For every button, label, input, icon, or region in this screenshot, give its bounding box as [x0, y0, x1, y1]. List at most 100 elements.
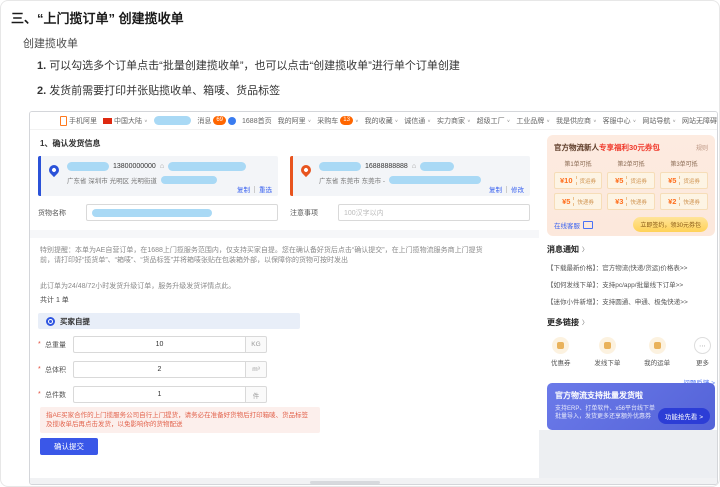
- notice-item-mini-parcel[interactable]: 【迷你小件新增】：支持圆通、申通、极兔快递>>: [547, 296, 715, 306]
- nav-site-nav[interactable]: 网站导航 ∨: [642, 116, 676, 126]
- nav-messages[interactable]: 消息 69: [197, 116, 236, 126]
- sender-address: 广东省 深圳市 光明区 光明街道: [67, 175, 157, 185]
- notices-title[interactable]: 消息通知 〉: [547, 244, 715, 255]
- receiver-pin-icon: [299, 163, 313, 177]
- receiver-phone: 16888888888: [365, 163, 408, 170]
- total-weight-input[interactable]: 10: [73, 336, 245, 353]
- notes-label: 注意事项: [290, 208, 338, 218]
- coupon-column-2: 第2单可抵 ¥5 货运券 ¥3 快递券: [607, 159, 655, 210]
- nav-label: 网站导航: [642, 116, 670, 126]
- feature-preview-button[interactable]: 功能抢先看 >: [658, 408, 710, 424]
- chevron-down-icon: ∨: [308, 118, 312, 123]
- nav-industrial-brand[interactable]: 工业品牌 ∨: [516, 116, 550, 126]
- quick-link-offline-order[interactable]: 发线下单: [594, 337, 620, 367]
- censored-receiver-company: [420, 162, 454, 171]
- notice-item-price-list[interactable]: 【下载最新价格】：官方物流(快递/货运)价格表>>: [547, 262, 715, 272]
- count-unit: 件: [245, 386, 267, 403]
- total-count-label: 总件数: [45, 390, 73, 400]
- sender-reselect-link[interactable]: 重选: [259, 184, 272, 194]
- coupon-ticket: ¥3 快递券: [607, 193, 655, 210]
- quick-link-waybills[interactable]: 我的运单: [644, 337, 670, 367]
- nav-label: 客服中心: [603, 116, 631, 126]
- chevron-down-icon: ∨: [593, 118, 597, 123]
- coupon-columns: 第1单可抵 ¥10 货运券 ¥5 快递券 第2单可抵 ¥5: [554, 159, 708, 210]
- nav-label: 手机阿里: [69, 116, 97, 126]
- nav-cart[interactable]: 采购车 13 ∨: [317, 116, 358, 126]
- upgrade-note-text: 此订单为24/48/72小时发货升级订单，服务升级发货详情点此。: [40, 281, 235, 291]
- waybill-icon: [649, 337, 666, 354]
- chevron-down-icon: ∨: [507, 118, 511, 123]
- nav-accessibility[interactable]: 网站无障碍: [682, 116, 717, 126]
- online-service-label: 在线客服: [554, 220, 580, 230]
- notes-field: 注意事项 100汉字以内: [290, 204, 530, 221]
- coupon-ticket: ¥2 快递券: [660, 193, 708, 210]
- coupon-ticket: ¥5 货运券: [660, 172, 708, 189]
- coupon-type: 快递券: [630, 198, 647, 206]
- total-count-input[interactable]: 1: [73, 386, 245, 403]
- nav-label: 采购车: [317, 116, 338, 126]
- notices-title-label: 消息通知: [547, 244, 579, 255]
- quick-link-label: 发线下单: [594, 357, 620, 367]
- notes-input[interactable]: 100汉字以内: [338, 204, 530, 221]
- required-mark: *: [38, 391, 43, 398]
- chevron-down-icon: ∨: [467, 118, 471, 123]
- coupon-value: ¥5: [668, 176, 676, 185]
- coupon-type: 货运券: [580, 177, 597, 185]
- nav-strong-merchant[interactable]: 实力商家 ∨: [437, 116, 471, 126]
- receiver-copy-link[interactable]: 复制: [489, 184, 502, 194]
- coupon-type: 快递券: [683, 198, 700, 206]
- nav-label: 超级工厂: [477, 116, 505, 126]
- notes-placeholder: 100汉字以内: [344, 208, 384, 218]
- sender-copy-link[interactable]: 复制: [237, 184, 250, 194]
- divider: [506, 186, 507, 193]
- coupon-column-header: 第1单可抵: [554, 159, 602, 168]
- total-volume-input[interactable]: 2: [73, 361, 245, 378]
- coupon-title-highlight: 专享福利30元券包: [599, 142, 660, 153]
- quick-link-coupons[interactable]: 优惠券: [551, 337, 571, 367]
- ticket-divider: [576, 176, 577, 185]
- chevron-down-icon: ∨: [633, 118, 637, 123]
- total-count-value: 1: [158, 391, 162, 398]
- censored-cargo-name: [92, 209, 212, 217]
- nav-chengxintong[interactable]: 诚信通 ∨: [404, 116, 431, 126]
- coupon-rules-link[interactable]: 规则: [696, 143, 708, 152]
- total-weight-value: 10: [156, 341, 164, 348]
- receiver-modify-link[interactable]: 修改: [511, 184, 524, 194]
- coupon-ticket: ¥5 货运券: [607, 172, 655, 189]
- sign-now-button[interactable]: 立即签约，领30元券包: [633, 217, 708, 232]
- nav-my-ali[interactable]: 我的阿里 ∨: [278, 116, 312, 126]
- horizontal-scrollbar[interactable]: [310, 481, 380, 484]
- nav-label: 我的收藏: [365, 116, 393, 126]
- cargo-name-input[interactable]: [86, 204, 278, 221]
- nav-label: 诚信通: [404, 116, 425, 126]
- mobile-phone-icon: [60, 116, 67, 126]
- ticket-divider: [679, 197, 680, 206]
- nav-mobile-ali[interactable]: 手机阿里: [60, 116, 97, 126]
- step-text: 可以勾选多个订单点击“批量创建揽收单”，也可以点击“创建揽收单”进行单个订单创建: [49, 60, 460, 72]
- buyer-self-pickup-option[interactable]: 买家自提: [38, 313, 300, 329]
- coupon-column-header: 第3单可抵: [660, 159, 708, 168]
- nav-favorites[interactable]: 我的收藏 ∨: [365, 116, 399, 126]
- divider: [254, 186, 255, 193]
- sender-address-card: 13800000000 ⌂ 广东省 深圳市 光明区 光明街道 复制 重选: [38, 156, 278, 196]
- china-flag-icon: [103, 118, 112, 124]
- confirm-submit-button[interactable]: 确认提交: [40, 438, 98, 455]
- nav-supplier[interactable]: 我是供应商 ∨: [556, 116, 597, 126]
- nav-region[interactable]: 中国大陆 ∨: [103, 116, 148, 126]
- quick-link-label: 更多: [696, 357, 709, 367]
- ticket-divider: [573, 197, 574, 206]
- required-mark: *: [38, 341, 43, 348]
- nav-super-factory[interactable]: 超级工厂 ∨: [477, 116, 511, 126]
- quick-link-more[interactable]: ⋯ 更多: [694, 337, 711, 367]
- nav-home[interactable]: 1688首页: [242, 116, 272, 126]
- online-service-link[interactable]: 在线客服: [554, 220, 593, 230]
- more-links-title[interactable]: 更多链接 〉: [547, 317, 715, 328]
- doc-subtitle: 创建揽收单: [23, 35, 78, 51]
- step-number: 1.: [37, 60, 46, 72]
- notice-item-offline-order[interactable]: 【如何发线下单】：支持pc/app/批量线下订单>>: [547, 279, 715, 289]
- total-volume-row: * 总体积 2 m³: [38, 361, 267, 378]
- coupon-panel-footer: 在线客服 立即签约，领30元券包: [554, 217, 708, 232]
- nav-label: 消息: [197, 116, 211, 126]
- nav-service-center[interactable]: 客服中心 ∨: [603, 116, 637, 126]
- page: 三、“上门揽订单” 创建揽收单 创建揽收单 1.可以勾选多个订单点击“批量创建揽…: [0, 0, 720, 487]
